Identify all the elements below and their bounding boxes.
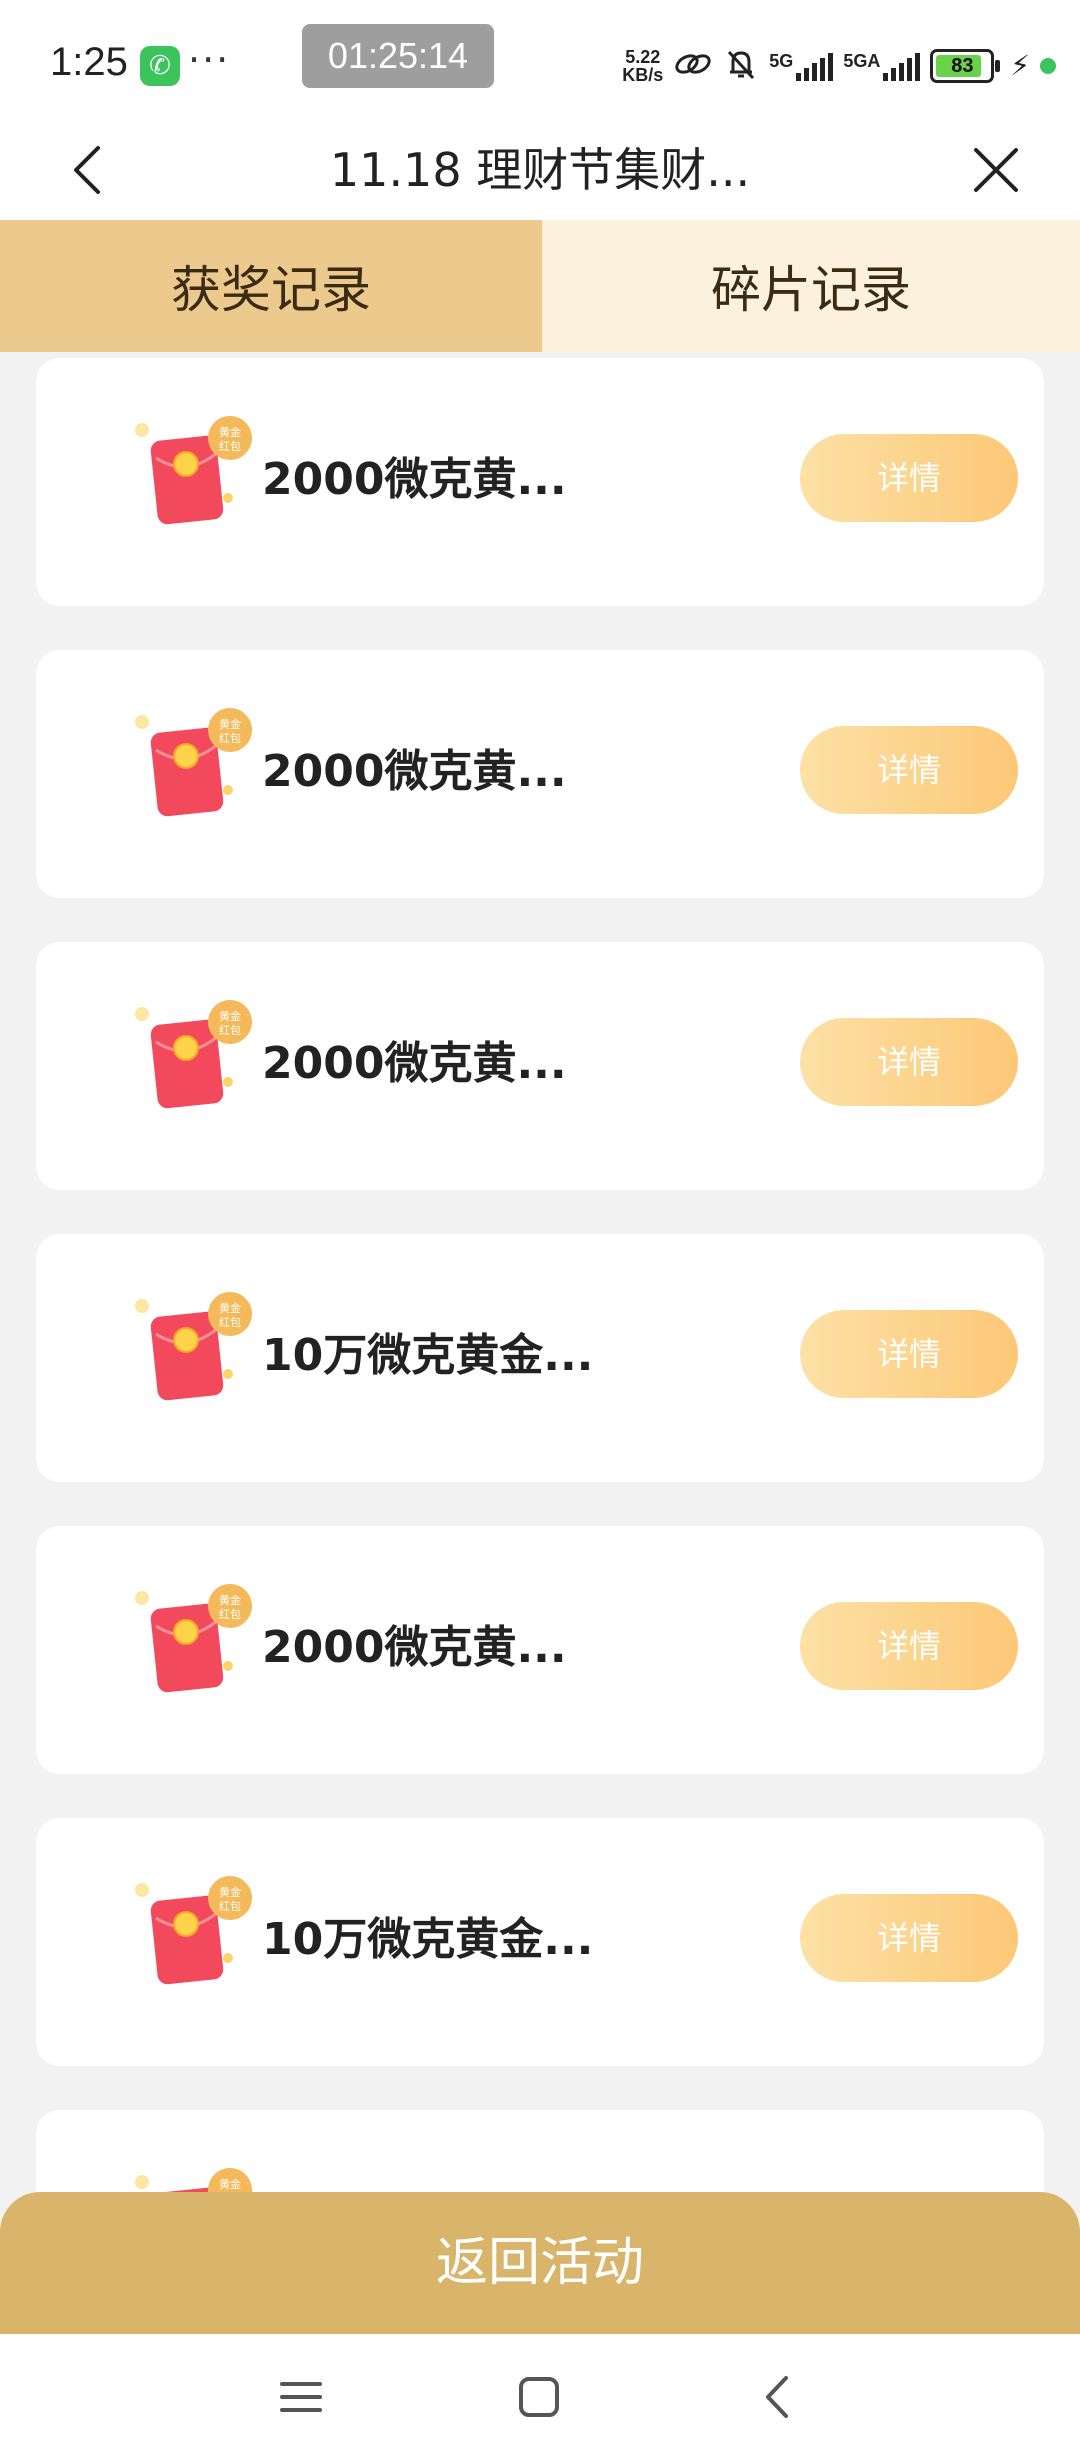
gold-red-packet-icon: 黄金红包 <box>135 1292 252 1401</box>
status-icons: 5.22 KB/s 5G 5GA 83 ⚡ <box>622 44 1056 88</box>
red-packet-badge-line2: 红包 <box>219 1608 241 1621</box>
gold-red-packet-icon: 黄金红包 <box>135 416 252 525</box>
back-chevron-icon <box>766 2376 788 2418</box>
prize-record-list[interactable]: 黄金 红包 2000微克黄... 详情 黄金 红包 2000微克黄... 详情 黄金 红包 2000… <box>0 352 1080 2192</box>
prize-record-card: 黄金 红包 2000微克黄... 详情 <box>36 942 1044 1190</box>
tab-bar: 获奖记录 碎片记录 <box>0 220 1080 352</box>
net-speed-value: 5.22 <box>625 47 661 67</box>
prize-record-card: 黄金 <box>36 2110 1044 2192</box>
prize-title: 10万微克黄金... <box>262 1914 594 1965</box>
red-packet-badge-line1: 黄金 <box>219 1301 241 1315</box>
back-button[interactable] <box>60 136 120 204</box>
net-speed-unit: KB/s <box>622 65 664 85</box>
tab-prize-records[interactable]: 获奖记录 <box>0 220 542 352</box>
prize-title: 2000微克黄... <box>262 1038 567 1089</box>
red-packet-badge-line1: 黄金 <box>219 1009 241 1023</box>
system-navigation-bar <box>0 2334 1080 2460</box>
battery-icon: 83 <box>930 49 1001 83</box>
menu-icon <box>280 2382 322 2412</box>
prize-record-card: 黄金 红包 10万微克黄金... 详情 <box>36 1818 1044 2066</box>
prize-record-card: 黄金 红包 2000微克黄... 详情 <box>36 358 1044 606</box>
prize-title: 2000微克黄... <box>262 746 567 797</box>
gold-red-packet-icon: 黄金红包 <box>135 1876 252 1985</box>
charging-bolt-icon: ⚡ <box>1010 49 1030 82</box>
gold-red-packet-icon: 黄金 <box>135 2168 252 2192</box>
detail-button[interactable]: 详情 <box>800 1602 1018 1690</box>
red-packet-badge-line1: 黄金 <box>219 2177 241 2191</box>
red-packet-badge-line2: 红包 <box>219 440 241 453</box>
screen-recorder-clock: 01:25:14 <box>302 24 494 88</box>
tab-fragment-records[interactable]: 碎片记录 <box>542 220 1080 352</box>
gold-red-packet-icon: 黄金红包 <box>135 1584 252 1693</box>
prize-record-card: 黄金 红包 2000微克黄... 详情 <box>36 650 1044 898</box>
red-packet-badge-line2: 红包 <box>219 732 241 745</box>
red-packet-badge-line1: 黄金 <box>219 717 241 731</box>
system-back-button[interactable] <box>754 2372 804 2422</box>
chevron-left-icon <box>74 146 100 194</box>
prize-title: 2000微克黄... <box>262 1622 567 1673</box>
close-icon <box>974 148 1018 192</box>
red-packet-badge-line2: 红包 <box>219 1900 241 1913</box>
prize-title: 10万微克黄金... <box>262 1330 594 1381</box>
detail-button[interactable]: 详情 <box>800 1894 1018 1982</box>
gold-red-packet-icon: 黄金红包 <box>135 1000 252 1109</box>
detail-button[interactable]: 详情 <box>800 1018 1018 1106</box>
prize-record-card: 黄金 红包 2000微克黄... 详情 <box>36 1526 1044 1774</box>
home-button[interactable] <box>514 2372 564 2422</box>
signal-2-label: 5GA <box>843 51 881 71</box>
red-packet-badge-line1: 黄金 <box>219 425 241 439</box>
red-packet-badge-line2: 红包 <box>219 1024 241 1037</box>
red-packet-badge-line2: 红包 <box>219 1316 241 1329</box>
detail-button[interactable]: 详情 <box>800 1310 1018 1398</box>
red-packet-badge-line1: 黄金 <box>219 1593 241 1607</box>
more-notifications-icon: ··· <box>188 38 231 82</box>
status-bar: 1:25 ✆ ··· 01:25:14 5.22 KB/s 5G 5GA 83 … <box>0 0 1080 120</box>
bell-muted-icon <box>723 46 759 87</box>
prize-record-card: 黄金 红包 10万微克黄金... 详情 <box>36 1234 1044 1482</box>
battery-level: 83 <box>951 54 974 77</box>
home-square-icon <box>519 2377 559 2417</box>
header-bar: 11.18 理财节集财... <box>0 120 1080 220</box>
hotspot-link-icon <box>673 49 713 84</box>
status-time: 1:25 <box>50 40 128 84</box>
net-speed: 5.22 KB/s <box>622 48 663 84</box>
signal-1-label: 5G <box>769 51 794 71</box>
phone-call-icon: ✆ <box>140 46 180 86</box>
recent-apps-button[interactable] <box>276 2372 326 2422</box>
signal-5ga-icon: 5GA <box>843 51 921 81</box>
gold-red-packet-icon: 黄金红包 <box>135 708 252 817</box>
red-packet-badge-line1: 黄金 <box>219 1885 241 1899</box>
close-button[interactable] <box>962 136 1030 204</box>
page-title: 11.18 理财节集财... <box>329 143 751 197</box>
privacy-indicator-dot <box>1040 58 1056 74</box>
detail-button[interactable]: 详情 <box>800 726 1018 814</box>
return-to-activity-button[interactable]: 返回活动 <box>0 2192 1080 2334</box>
prize-title: 2000微克黄... <box>262 454 567 505</box>
signal-5g-icon: 5G <box>769 51 834 81</box>
detail-button[interactable]: 详情 <box>800 434 1018 522</box>
